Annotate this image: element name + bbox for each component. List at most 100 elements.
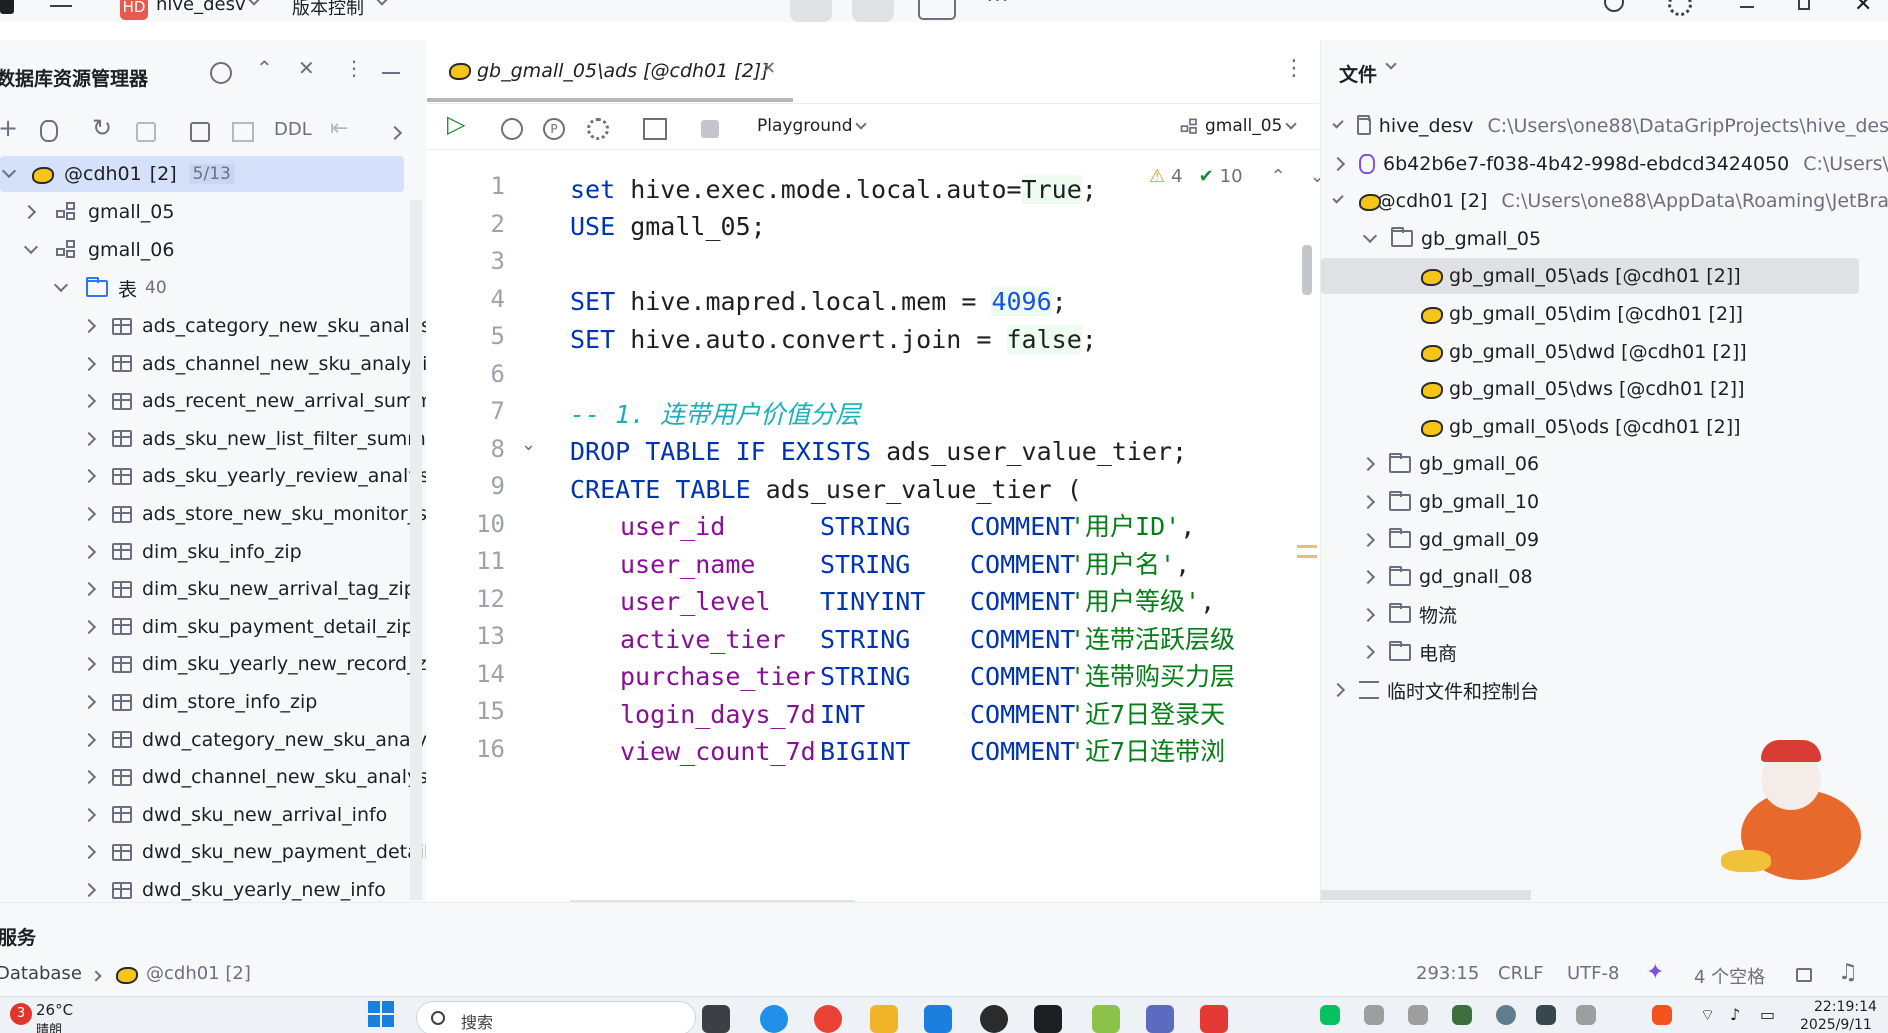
schema-selector[interactable]: gmall_05 [1205, 116, 1282, 136]
caret-position[interactable]: 293:15 [1416, 963, 1479, 984]
chevron-right-icon[interactable] [21, 204, 37, 220]
app-icon[interactable] [1146, 1005, 1174, 1033]
table-row[interactable]: dwd_category_new_sku_analys [0, 722, 426, 758]
chevron-right-icon[interactable] [81, 469, 97, 484]
files-tree-row[interactable]: 临时文件和控制台 [1321, 672, 1888, 708]
table-row[interactable]: ads_recent_new_arrival_summ [0, 383, 426, 419]
chevron-right-icon[interactable] [81, 394, 97, 409]
file-encoding[interactable]: UTF-8 [1567, 963, 1619, 984]
chevron-right-icon[interactable] [81, 694, 97, 710]
files-tree-row[interactable]: 电商 [1321, 634, 1888, 670]
datasource-properties-icon[interactable] [40, 120, 58, 142]
more-icon[interactable]: ··· [986, 0, 1009, 14]
close-window-icon[interactable]: ✕ [1854, 0, 1872, 17]
chevron-right-icon[interactable] [81, 506, 97, 522]
table-row[interactable]: dim_store_info_zip [0, 684, 317, 720]
search-icon[interactable] [1604, 0, 1624, 12]
filter-icon[interactable]: ⇤ [330, 116, 348, 141]
chevron-right-icon[interactable] [1360, 607, 1376, 622]
table-editor-icon[interactable] [232, 122, 254, 142]
chevron-right-icon[interactable] [1330, 682, 1346, 698]
files-hscrollbar[interactable] [1321, 890, 1531, 900]
chevron-right-icon[interactable] [81, 732, 97, 747]
windows-start-icon[interactable] [368, 1001, 394, 1027]
breadcrumb-root[interactable]: Database [0, 963, 82, 984]
ddl-button[interactable]: DDL [274, 119, 312, 140]
chevron-right-icon[interactable] [1360, 494, 1376, 510]
files-tree-row[interactable]: @cdh01 [2] C:\Users\one88\AppData\Roaming… [1321, 183, 1888, 219]
playground-selector[interactable]: Playground [757, 116, 853, 136]
files-tree-row[interactable]: gb_gmall_06 [1321, 446, 1888, 482]
file-explorer-icon[interactable] [870, 1005, 898, 1033]
table-row[interactable]: ads_sku_new_list_filter_summa [0, 421, 426, 457]
close-tab-icon[interactable]: ✕ [761, 58, 776, 79]
restore-icon[interactable] [1798, 0, 1810, 10]
table-row[interactable]: dim_sku_new_arrival_tag_zip [0, 571, 416, 607]
temperature[interactable]: 26°C [36, 1001, 73, 1019]
breadcrumb-datasource[interactable]: @cdh01 [2] [146, 963, 251, 984]
task-view-icon[interactable] [702, 1005, 730, 1033]
chevron-down-icon[interactable] [1332, 192, 1344, 204]
database-icon[interactable] [790, 0, 832, 22]
files-tree-row[interactable]: gd_gnall_08 [1321, 559, 1888, 595]
project-name[interactable]: hive_desv [156, 0, 246, 15]
chevron-down-icon[interactable] [23, 239, 39, 255]
files-tree-row[interactable]: gb_gmall_10 [1321, 484, 1888, 520]
ai-assistant-icon[interactable]: ✦ [1646, 960, 1664, 985]
notifications-bell-icon[interactable]: ♫ [1838, 960, 1858, 985]
chevron-right-icon[interactable] [81, 882, 97, 898]
collapse-all-icon[interactable]: ✕ [298, 56, 315, 80]
editor-settings-icon[interactable] [587, 118, 609, 140]
minimize-icon[interactable] [1740, 6, 1754, 8]
jump-to-console-icon[interactable] [136, 122, 156, 142]
files-tree-row[interactable]: gb_gmall_05\dws [@cdh01 [2]] [1321, 371, 1888, 407]
datasource-row[interactable]: @cdh01 [2] 5/13 [0, 156, 404, 192]
tray-icon[interactable] [1364, 1005, 1384, 1025]
table-row[interactable]: ads_sku_yearly_review_analysis [0, 458, 426, 494]
app-icon[interactable] [1092, 1005, 1120, 1033]
chevron-right-icon[interactable] [81, 431, 97, 446]
project-chevron-icon[interactable] [248, 0, 260, 6]
clock-time[interactable]: 22:19:14 [1814, 999, 1877, 1015]
main-menu-icon[interactable] [50, 0, 72, 14]
chevron-down-icon[interactable] [1, 163, 17, 179]
left-scrollbar[interactable] [410, 200, 422, 900]
editor-tab-active[interactable]: gb_gmall_05\ads [@cdh01 [2]] ✕ [427, 40, 793, 104]
files-tree-row[interactable]: 物流 [1321, 597, 1888, 633]
query-console-icon[interactable] [190, 122, 210, 142]
table-row[interactable]: dim_sku_yearly_new_record_zi [0, 646, 426, 682]
expand-all-icon[interactable]: ⌃ [256, 56, 273, 80]
fold-chevron-icon[interactable]: ⌄ [521, 434, 536, 455]
files-tree-row[interactable]: gb_gmall_05\dwd [@cdh01 [2]] [1321, 334, 1888, 370]
table-row[interactable]: dwd_channel_new_sku_analysi [0, 759, 426, 795]
table-row[interactable]: dwd_sku_yearly_new_info [0, 872, 386, 902]
chevron-right-icon[interactable] [81, 657, 97, 672]
wifi-icon[interactable]: ⌔ [1700, 1005, 1715, 1025]
intellij-icon[interactable] [1200, 1005, 1228, 1033]
playground-chevron-icon[interactable] [855, 118, 867, 130]
chevron-down-icon[interactable] [53, 277, 69, 293]
chevron-right-icon[interactable] [81, 356, 97, 371]
chevron-right-icon[interactable] [1360, 457, 1376, 472]
cloud-icon[interactable] [1496, 1005, 1516, 1025]
files-tree-row[interactable]: gb_gmall_05 [1321, 221, 1888, 257]
tables-folder-row[interactable]: 表 40 [0, 270, 167, 306]
files-tree-row[interactable]: hive_desv C:\Users\one88\DataGripProjects… [1321, 108, 1888, 144]
settings-gear-icon[interactable] [1668, 0, 1692, 16]
datagrip-icon[interactable] [1034, 1005, 1062, 1033]
editor-scrollbar[interactable] [1302, 245, 1312, 295]
chevron-right-icon[interactable] [1330, 156, 1346, 171]
wechat-icon[interactable] [1320, 1005, 1340, 1025]
chrome-icon[interactable] [814, 1005, 842, 1033]
chevron-down-icon[interactable] [1362, 228, 1378, 243]
toolbar-more-chevron-icon[interactable] [387, 125, 403, 141]
run-icon[interactable] [852, 0, 894, 22]
options-icon[interactable]: ⋮ [344, 56, 364, 80]
volume-icon[interactable]: ♪ [1730, 1005, 1740, 1024]
files-panel-title[interactable]: 文件 [1339, 60, 1377, 87]
chevron-down-icon[interactable] [1332, 117, 1344, 129]
services-title[interactable]: 服务 [0, 923, 36, 950]
tray-icon[interactable] [1576, 1005, 1596, 1025]
chevron-right-icon[interactable] [81, 770, 97, 785]
table-row[interactable]: dim_sku_info_zip [0, 534, 302, 570]
